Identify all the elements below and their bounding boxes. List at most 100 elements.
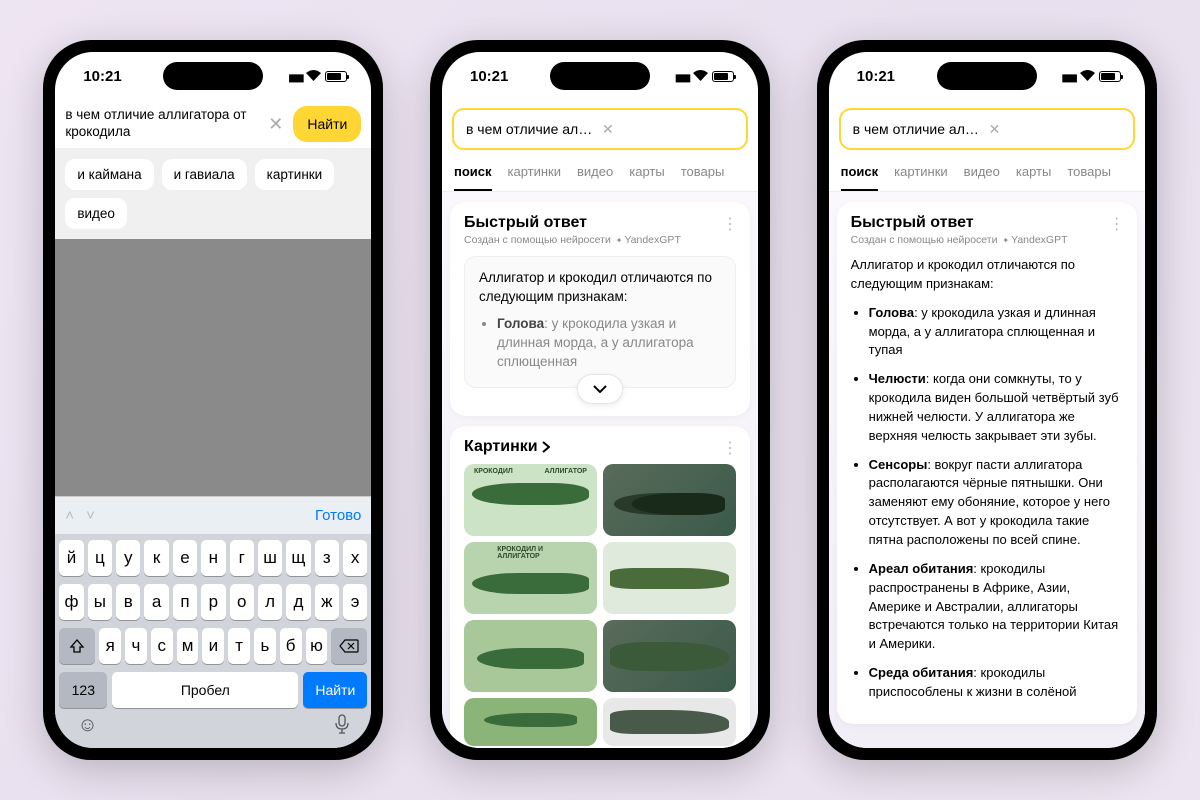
clear-icon[interactable]: ✕ [985, 121, 1125, 138]
answer-bullet: Голова: у крокодила узкая и длинная морд… [869, 304, 1123, 361]
kb-done-button[interactable]: Готово [315, 507, 361, 524]
tab-images[interactable]: картинки [894, 156, 948, 191]
signal-icon [1062, 69, 1076, 84]
chevron-down-icon [593, 385, 607, 393]
letter-key[interactable]: и [202, 628, 224, 664]
kb-prev-icon[interactable]: ˄ [65, 507, 74, 524]
letter-key[interactable]: м [177, 628, 199, 664]
letter-key[interactable]: э [343, 584, 367, 620]
space-key[interactable]: Пробел [112, 672, 298, 708]
letter-key[interactable]: ю [306, 628, 328, 664]
tab-maps[interactable]: карты [1016, 156, 1051, 191]
numeric-key[interactable]: 123 [59, 672, 107, 708]
letter-key[interactable]: я [99, 628, 121, 664]
search-input[interactable]: в чем отличие аллигатора от кр... ✕ [839, 108, 1135, 150]
search-tabs: поиск картинки видео карты товары [829, 156, 1145, 192]
card-subtitle: Создан с помощью нейросети YandexGPT [464, 234, 736, 246]
chip[interactable]: картинки [255, 159, 335, 190]
letter-key[interactable]: р [201, 584, 225, 620]
kb-next-icon[interactable]: ˅ [86, 507, 95, 524]
expand-button[interactable] [577, 374, 623, 404]
letter-key[interactable]: н [201, 540, 225, 576]
letter-key[interactable]: о [230, 584, 254, 620]
letter-key[interactable]: з [315, 540, 339, 576]
chip[interactable]: и каймана [65, 159, 153, 190]
search-input[interactable]: в чем отличие аллигатора от кр... ✕ [452, 108, 748, 150]
status-time: 10:21 [83, 68, 121, 85]
image-result[interactable]: КРОКОДИЛ И АЛЛИГАТОР [464, 542, 597, 614]
tab-video[interactable]: видео [577, 156, 613, 191]
search-header: в чем отличие аллигатора от крокодила ✕ … [55, 100, 371, 149]
letter-key[interactable]: й [59, 540, 83, 576]
battery-icon [325, 71, 347, 82]
letter-key[interactable]: с [151, 628, 173, 664]
enter-key[interactable]: Найти [303, 672, 367, 708]
letter-key[interactable]: г [230, 540, 254, 576]
letter-key[interactable]: у [116, 540, 140, 576]
tab-search[interactable]: поиск [841, 156, 879, 191]
keyboard-toolbar: ˄ ˅ Готово [55, 496, 371, 534]
tab-maps[interactable]: карты [629, 156, 664, 191]
status-bar: 10:21 [55, 52, 371, 100]
kb-row-3: ячсмитьбю [59, 628, 367, 664]
image-result[interactable] [603, 542, 736, 614]
letter-key[interactable]: б [280, 628, 302, 664]
shift-key[interactable] [59, 628, 95, 664]
images-title[interactable]: Картинки [464, 438, 736, 456]
letter-key[interactable]: ы [88, 584, 112, 620]
image-result[interactable] [464, 698, 597, 746]
search-button[interactable]: Найти [293, 106, 361, 142]
clear-icon[interactable]: ✕ [264, 114, 287, 135]
quick-answer-card: ⋮ Быстрый ответ Создан с помощью нейросе… [450, 202, 750, 416]
tab-goods[interactable]: товары [681, 156, 725, 191]
tab-images[interactable]: картинки [508, 156, 562, 191]
letter-key[interactable]: в [116, 584, 140, 620]
answer-bullet: Сенсоры: вокруг пасти аллигатора распола… [869, 456, 1123, 550]
image-result[interactable]: КРОКОДИЛ АЛЛИГАТОР [464, 464, 597, 536]
tab-search[interactable]: поиск [454, 156, 492, 191]
answer-preview: Аллигатор и крокодил отличаются по следу… [464, 256, 736, 388]
chevron-right-icon [542, 441, 550, 453]
signal-icon [675, 69, 689, 84]
letter-key[interactable]: щ [286, 540, 310, 576]
wifi-icon [1080, 69, 1095, 84]
more-icon[interactable]: ⋮ [1109, 214, 1125, 234]
search-query-text[interactable]: в чем отличие аллигатора от крокодила [65, 107, 258, 141]
letter-key[interactable]: к [144, 540, 168, 576]
letter-key[interactable]: т [228, 628, 250, 664]
tab-video[interactable]: видео [964, 156, 1000, 191]
letter-key[interactable]: ь [254, 628, 276, 664]
letter-key[interactable]: а [144, 584, 168, 620]
image-result[interactable] [603, 464, 736, 536]
images-card: ⋮ Картинки КРОКОДИЛ АЛЛИГАТОР [450, 426, 750, 748]
letter-key[interactable]: п [173, 584, 197, 620]
mic-icon[interactable] [335, 714, 349, 740]
chip[interactable]: и гавиала [162, 159, 247, 190]
letter-key[interactable]: ф [59, 584, 83, 620]
kb-row-2: фывапролджэ [59, 584, 367, 620]
image-result[interactable] [603, 620, 736, 692]
letter-key[interactable]: х [343, 540, 367, 576]
letter-key[interactable]: ж [315, 584, 339, 620]
letter-key[interactable]: л [258, 584, 282, 620]
letter-key[interactable]: ч [125, 628, 147, 664]
backspace-key[interactable] [331, 628, 367, 664]
letter-key[interactable]: ш [258, 540, 282, 576]
status-bar: 10:21 [829, 52, 1145, 100]
image-result[interactable] [464, 620, 597, 692]
clear-icon[interactable]: ✕ [598, 121, 738, 138]
image-result[interactable] [603, 698, 736, 746]
phone-results-expanded: 10:21 в чем отличие аллигатора от кр... … [817, 40, 1157, 760]
letter-key[interactable]: е [173, 540, 197, 576]
chip[interactable]: видео [65, 198, 127, 229]
letter-key[interactable]: д [286, 584, 310, 620]
emoji-icon[interactable]: ☺ [77, 714, 97, 740]
content-overlay [55, 239, 371, 496]
letter-key[interactable]: ц [88, 540, 112, 576]
keyboard: йцукенгшщзх фывапролджэ ячсмитьбю 123 Пр… [55, 534, 371, 748]
answer-body: Аллигатор и крокодил отличаются по следу… [851, 256, 1123, 702]
wifi-icon [693, 69, 708, 84]
more-icon[interactable]: ⋮ [722, 214, 738, 234]
tab-goods[interactable]: товары [1067, 156, 1111, 191]
more-icon[interactable]: ⋮ [722, 438, 738, 458]
